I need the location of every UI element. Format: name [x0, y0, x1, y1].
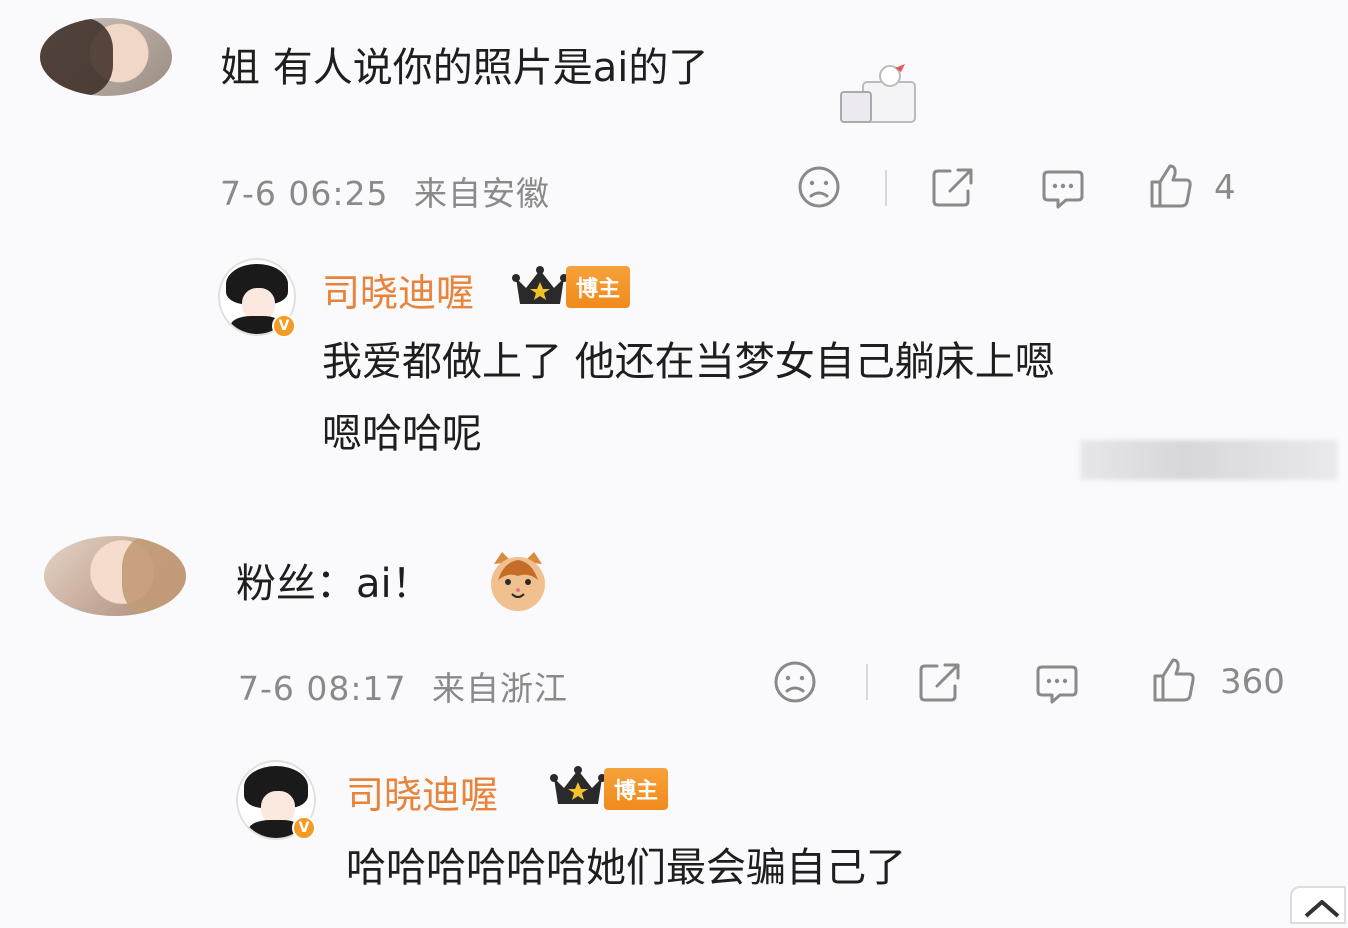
blurred-region — [1080, 440, 1338, 480]
comment-meta: 7-6 08:17 来自浙江 — [238, 662, 568, 710]
action-divider — [885, 170, 887, 206]
crown-icon — [512, 266, 568, 304]
verified-badge-icon: V — [272, 314, 296, 338]
home-icon — [1304, 900, 1340, 918]
dislike-face-icon[interactable] — [773, 660, 817, 704]
blogger-badge: 博主 — [604, 768, 669, 810]
like-count: 360 — [1220, 662, 1285, 702]
thumbs-up-icon[interactable] — [1151, 656, 1197, 704]
comment-bubble-icon[interactable] — [1034, 661, 1080, 705]
dislike-face-icon[interactable] — [797, 165, 841, 209]
cat-sticker-icon — [491, 552, 545, 611]
comment-text: 粉丝：ai！ — [236, 561, 432, 607]
verified-badge-icon: V — [292, 816, 316, 840]
thumbs-up-icon[interactable] — [1148, 162, 1194, 210]
comment-meta: 7-6 06:25 来自安徽 — [220, 167, 550, 215]
blogger-badge: 博主 — [566, 266, 631, 308]
corner-button[interactable] — [1290, 886, 1346, 924]
comment-time: 7-6 06:25 — [220, 174, 389, 213]
share-icon[interactable] — [930, 165, 976, 209]
comment-bubble-icon[interactable] — [1040, 166, 1086, 210]
commenter-avatar[interactable] — [40, 18, 172, 96]
crown-icon — [550, 766, 606, 804]
blogger-username[interactable]: 司晓迪喔 — [322, 262, 474, 317]
blogger-username[interactable]: 司晓迪喔 — [346, 764, 498, 819]
comment-location: 来自浙江 — [432, 669, 568, 708]
comment-text: 姐 有人说你的照片是ai的了 — [220, 45, 709, 91]
reply-text-line-2: 嗯哈哈呢 — [322, 411, 482, 457]
reply-text-line-1: 哈哈哈哈哈哈她们最会骗自己了 — [346, 845, 906, 891]
like-count: 4 — [1214, 168, 1236, 208]
commenter-avatar[interactable] — [44, 536, 186, 616]
reply-text-line-1: 我爱都做上了 他还在当梦女自己躺床上嗯 — [322, 339, 1055, 385]
comment-time: 7-6 08:17 — [238, 669, 407, 708]
action-divider — [866, 664, 868, 700]
share-icon[interactable] — [917, 660, 963, 704]
comment-location: 来自安徽 — [414, 174, 550, 213]
gift-sticker-icon — [840, 64, 916, 123]
